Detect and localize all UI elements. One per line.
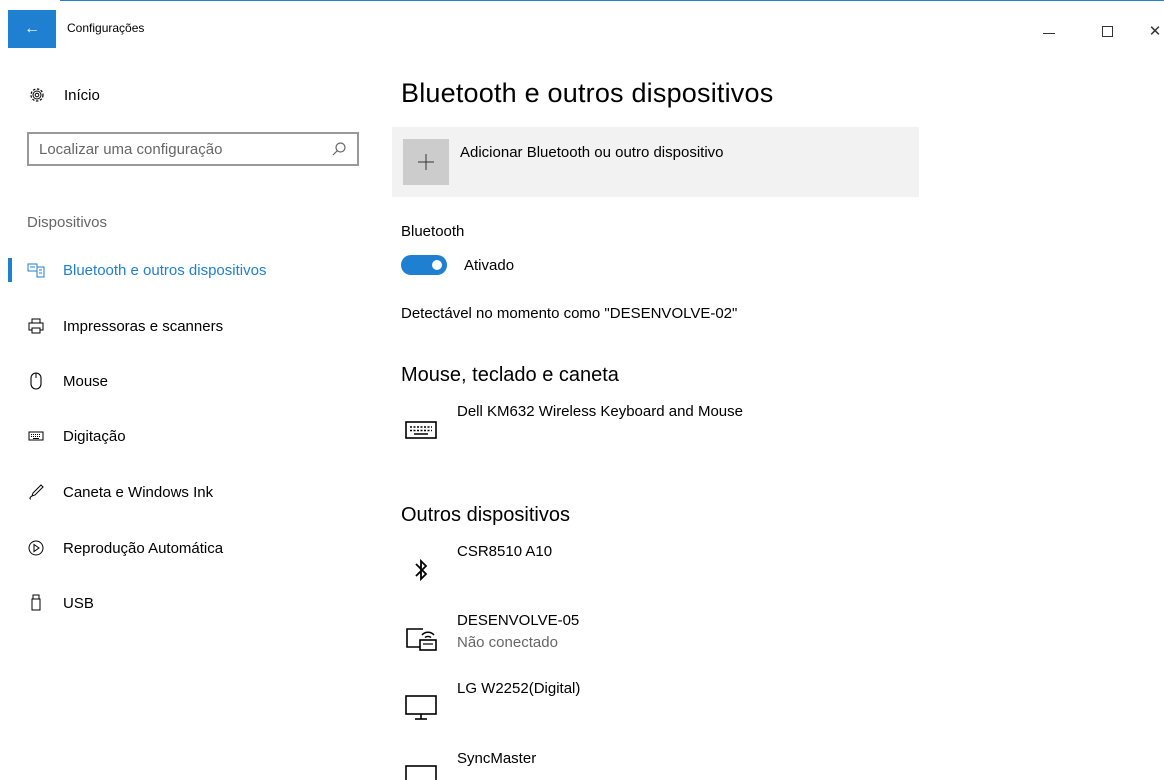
device-name: DESENVOLVE-05 (457, 612, 580, 629)
sidebar: Início Localizar uma configuração Dispos… (0, 46, 380, 780)
device-item[interactable]: CSR8510 A10 (401, 543, 961, 593)
back-button[interactable]: ← (8, 10, 56, 48)
window-title: Configurações (67, 21, 145, 35)
active-indicator (8, 258, 12, 282)
autoplay-icon (26, 538, 46, 558)
page-title: Bluetooth e outros dispositivos (401, 78, 774, 108)
plus-icon (403, 139, 449, 185)
maximize-button[interactable] (1092, 18, 1122, 44)
indicator-placeholder (8, 536, 12, 560)
sidebar-item-autoplay[interactable]: Reprodução Automática (0, 533, 380, 563)
sidebar-item-printers[interactable]: Impressoras e scanners (0, 311, 380, 341)
monitor-icon (401, 762, 441, 780)
device-name: LG W2252(Digital) (457, 680, 581, 697)
add-device-label: Adicionar Bluetooth ou outro dispositivo (460, 144, 724, 161)
bluetooth-toggle[interactable] (401, 255, 447, 275)
maximize-icon (1101, 25, 1113, 37)
search-input[interactable]: Localizar uma configuração (27, 132, 359, 166)
search-icon (331, 141, 347, 157)
sidebar-item-label: Digitação (63, 427, 126, 445)
toggle-knob (432, 260, 442, 270)
device-name: CSR8510 A10 (457, 543, 553, 560)
close-icon: ✕ (1148, 23, 1162, 40)
sidebar-item-pen[interactable]: Caneta e Windows Ink (0, 477, 380, 507)
device-item[interactable]: DESENVOLVE-05 Não conectado (401, 612, 961, 662)
sidebar-item-label: Caneta e Windows Ink (63, 483, 214, 501)
device-item[interactable]: SyncMaster (401, 750, 961, 780)
sidebar-item-typing[interactable]: Digitação (0, 421, 380, 451)
device-item[interactable]: Dell KM632 Wireless Keyboard and Mouse (401, 403, 961, 453)
minimize-icon (1043, 32, 1055, 34)
bluetooth-heading: Bluetooth (401, 223, 465, 240)
search-placeholder: Localizar uma configuração (39, 140, 223, 158)
group-title: Outros dispositivos (401, 504, 570, 526)
section-label: Dispositivos (27, 214, 108, 231)
network-pc-icon (401, 624, 441, 654)
keyboard-icon (26, 426, 46, 446)
sidebar-item-label: Mouse (63, 372, 109, 390)
home-link[interactable]: Início (26, 86, 100, 104)
title-bar-border (60, 0, 1164, 1)
device-name: Dell KM632 Wireless Keyboard and Mouse (457, 403, 743, 420)
add-device-button[interactable]: Adicionar Bluetooth ou outro dispositivo (392, 127, 919, 197)
title-bar: ← Configurações ✕ (0, 0, 1164, 48)
minimize-button[interactable] (1034, 18, 1064, 44)
indicator-placeholder (8, 480, 12, 504)
bluetooth-toggle-row: Ativado (401, 255, 514, 275)
close-button[interactable]: ✕ (1140, 18, 1164, 44)
arrow-left-icon: ← (24, 20, 40, 37)
sidebar-item-label: USB (63, 594, 94, 612)
device-status: Não conectado (457, 634, 558, 651)
gear-icon (26, 86, 48, 104)
sidebar-item-label: Bluetooth e outros dispositivos (63, 261, 267, 279)
bluetooth-icon (401, 555, 441, 585)
pen-icon (26, 482, 46, 502)
indicator-placeholder (8, 314, 12, 338)
indicator-placeholder (8, 424, 12, 448)
indicator-placeholder (8, 369, 12, 393)
group-title: Mouse, teclado e caneta (401, 364, 619, 386)
sidebar-item-label: Reprodução Automática (63, 539, 224, 557)
device-name: SyncMaster (457, 750, 537, 767)
monitor-icon (401, 692, 441, 722)
discoverable-text: Detectável no momento como "DESENVOLVE-0… (401, 305, 738, 322)
indicator-placeholder (8, 591, 12, 615)
sidebar-item-label: Impressoras e scanners (63, 317, 224, 335)
bluetooth-devices-icon (26, 260, 46, 280)
sidebar-item-mouse[interactable]: Mouse (0, 366, 380, 396)
usb-icon (26, 593, 46, 613)
main-content: Bluetooth e outros dispositivos Adiciona… (380, 46, 1164, 780)
sidebar-item-usb[interactable]: USB (0, 588, 380, 618)
sidebar-item-bluetooth[interactable]: Bluetooth e outros dispositivos (0, 255, 380, 285)
printer-icon (26, 316, 46, 336)
mouse-icon (26, 371, 46, 391)
bluetooth-state-label: Ativado (464, 256, 515, 274)
device-item[interactable]: LG W2252(Digital) (401, 680, 961, 730)
home-label: Início (64, 86, 100, 104)
keyboard-icon (401, 415, 441, 445)
